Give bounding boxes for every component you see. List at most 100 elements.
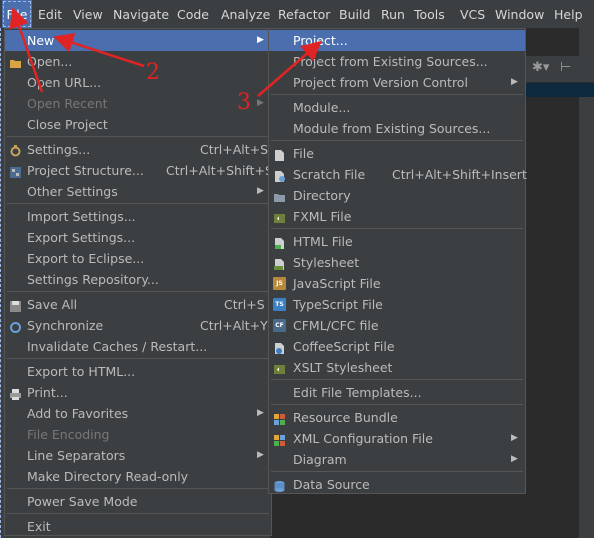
menu-item-add-favorites[interactable]: Add to Favorites ▶ [5, 403, 271, 424]
menu-item-stylesheet[interactable]: Stylesheet [269, 252, 525, 273]
menu-item-print[interactable]: Print... [5, 382, 271, 403]
menu-item-typescript-file[interactable]: TS TypeScript File [269, 294, 525, 315]
project-structure-icon [9, 164, 22, 178]
menu-item-save-all[interactable]: Save All Ctrl+S [5, 294, 271, 315]
file-menu: New ▶ Open... Open URL... Open Recent ▶ … [4, 28, 273, 537]
menu-view[interactable]: View [73, 0, 103, 28]
submenu-arrow-icon: ▶ [257, 186, 264, 196]
menu-tools[interactable]: Tools [414, 0, 445, 28]
menu-item-html-file[interactable]: HTML File [269, 231, 525, 252]
menu-item-settings-repository[interactable]: Settings Repository... [5, 269, 271, 290]
separator [271, 94, 523, 95]
menu-item-project-structure[interactable]: Project Structure... Ctrl+Alt+Shift+S [5, 160, 273, 181]
gear-icon[interactable]: ✱▾ [532, 60, 549, 75]
menu-item-import-settings[interactable]: Import Settings... [5, 206, 271, 227]
menu-item-fxml-file[interactable]: FXML File [269, 206, 525, 227]
css-file-icon [273, 256, 286, 270]
menu-vcs[interactable]: VCS [460, 0, 485, 28]
xml-config-icon [273, 432, 286, 446]
fxml-file-icon [273, 210, 286, 223]
menu-item-export-settings[interactable]: Export Settings... [5, 227, 271, 248]
separator [7, 136, 269, 137]
menu-item-exit[interactable]: Exit [5, 516, 271, 537]
separator [7, 291, 269, 292]
editor-tab-highlight [520, 83, 594, 97]
menu-item-file-encoding[interactable]: File Encoding [5, 424, 271, 445]
editor-toolbar: ✱▾ ⊢ [520, 56, 594, 83]
separator [7, 203, 269, 204]
submenu-arrow-icon: ▶ [257, 98, 264, 108]
menu-item-resource-bundle[interactable]: Resource Bundle [269, 407, 525, 428]
separator [271, 140, 523, 141]
menu-item-new-project[interactable]: Project... [269, 30, 525, 51]
menu-code[interactable]: Code [177, 0, 209, 28]
separator [271, 471, 523, 472]
separator [7, 358, 269, 359]
menu-bar: File Edit View Navigate Code Analyze Ref… [0, 0, 594, 29]
menu-item-project-existing[interactable]: Project from Existing Sources... [269, 51, 525, 72]
scratch-file-icon [273, 168, 286, 182]
menu-item-scratch-file[interactable]: Scratch File Ctrl+Alt+Shift+Insert [269, 164, 527, 185]
menu-item-xml-config[interactable]: XML Configuration File ▶ [269, 428, 525, 449]
submenu-arrow-icon: ▶ [511, 433, 518, 443]
menu-item-export-html[interactable]: Export to HTML... [5, 361, 271, 382]
menu-item-other-settings[interactable]: Other Settings ▶ [5, 181, 271, 202]
database-icon [273, 478, 286, 492]
menu-item-open[interactable]: Open... [5, 51, 271, 72]
menu-item-coffeescript-file[interactable]: CoffeeScript File [269, 336, 525, 357]
menu-item-make-readonly[interactable]: Make Directory Read-only [5, 466, 271, 487]
menu-edit[interactable]: Edit [38, 0, 62, 28]
menu-item-invalidate-caches[interactable]: Invalidate Caches / Restart... [5, 336, 271, 357]
sync-icon [9, 319, 22, 333]
menu-run[interactable]: Run [381, 0, 405, 28]
coffeescript-file-icon [273, 340, 286, 354]
menu-analyze[interactable]: Analyze [221, 0, 270, 28]
folder-icon [273, 189, 286, 202]
xslt-file-icon [273, 361, 286, 374]
menu-item-export-eclipse[interactable]: Export to Eclipse... [5, 248, 271, 269]
menu-item-project-vcs[interactable]: Project from Version Control ▶ [269, 72, 525, 93]
submenu-arrow-icon: ▶ [511, 77, 518, 87]
menu-item-edit-templates[interactable]: Edit File Templates... [269, 382, 525, 403]
separator [7, 488, 269, 489]
menu-item-line-separators[interactable]: Line Separators ▶ [5, 445, 271, 466]
menu-item-data-source[interactable]: Data Source [269, 474, 525, 495]
annotation-number-2: 2 [146, 60, 160, 85]
menu-item-close-project[interactable]: Close Project [5, 114, 271, 135]
new-submenu: Project... Project from Existing Sources… [268, 28, 527, 495]
menu-item-settings[interactable]: Settings... Ctrl+Alt+S [5, 139, 271, 160]
menu-item-synchronize[interactable]: Synchronize Ctrl+Alt+Y [5, 315, 271, 336]
menu-window[interactable]: Window [495, 0, 544, 28]
menu-item-module-existing[interactable]: Module from Existing Sources... [269, 118, 525, 139]
separator [271, 379, 523, 380]
menu-item-cfml-file[interactable]: CF CFML/CFC file [269, 315, 525, 336]
focus-outline [0, 28, 2, 538]
hide-panel-icon[interactable]: ⊢ [560, 60, 571, 75]
save-icon [9, 298, 22, 312]
menu-build[interactable]: Build [339, 0, 370, 28]
menu-refactor[interactable]: Refactor [278, 0, 330, 28]
menu-help[interactable]: Help [554, 0, 583, 28]
folder-icon [9, 55, 22, 68]
submenu-arrow-icon: ▶ [511, 454, 518, 464]
separator [271, 228, 523, 229]
menu-item-power-save[interactable]: Power Save Mode [5, 491, 271, 512]
separator [7, 513, 269, 514]
menu-navigate[interactable]: Navigate [113, 0, 169, 28]
menu-item-file[interactable]: File [269, 143, 525, 164]
menu-item-xslt-stylesheet[interactable]: XSLT Stylesheet [269, 357, 525, 378]
file-icon [273, 147, 286, 161]
menu-item-diagram[interactable]: Diagram ▶ [269, 449, 525, 470]
resource-bundle-icon [273, 411, 286, 425]
menu-item-module[interactable]: Module... [269, 97, 525, 118]
printer-icon [9, 386, 22, 400]
menu-item-directory[interactable]: Directory [269, 185, 525, 206]
menu-item-open-url[interactable]: Open URL... [5, 72, 271, 93]
menu-item-open-recent[interactable]: Open Recent ▶ [5, 93, 271, 114]
html-file-icon [273, 235, 286, 249]
menu-item-javascript-file[interactable]: JS JavaScript File [269, 273, 525, 294]
menu-file[interactable]: File [2, 0, 32, 28]
menu-item-new[interactable]: New ▶ [5, 30, 271, 51]
annotation-number-3: 3 [237, 90, 251, 115]
separator [271, 404, 523, 405]
